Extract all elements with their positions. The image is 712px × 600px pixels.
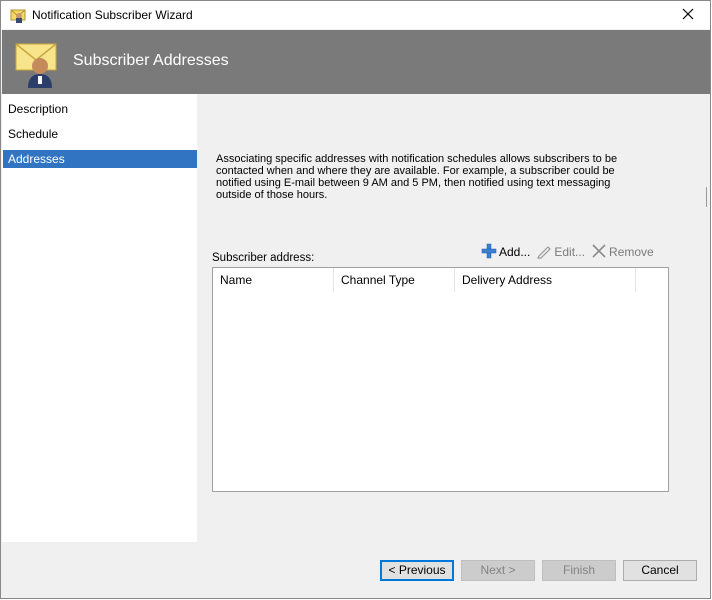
description-text: Associating specific addresses with noti… bbox=[216, 153, 618, 201]
close-icon bbox=[682, 8, 694, 23]
remove-label: Remove bbox=[609, 245, 654, 259]
cancel-button[interactable]: Cancel bbox=[623, 560, 697, 581]
x-icon bbox=[591, 243, 609, 262]
add-button[interactable]: Add... bbox=[481, 243, 530, 262]
column-header-name[interactable]: Name bbox=[213, 268, 334, 292]
wizard-header: Subscriber Addresses bbox=[2, 30, 710, 94]
address-toolbar: Add... Edit... Remove bbox=[481, 242, 660, 262]
window-title: Notification Subscriber Wizard bbox=[32, 8, 193, 22]
column-header-delivery-address[interactable]: Delivery Address bbox=[455, 268, 636, 292]
wizard-window: Notification Subscriber Wizard Subscribe… bbox=[0, 0, 711, 599]
wizard-footer: < Previous Next > Finish Cancel bbox=[2, 542, 710, 598]
resize-handle[interactable] bbox=[706, 187, 710, 207]
page-title: Subscriber Addresses bbox=[73, 52, 229, 69]
wizard-sidebar: Description Schedule Addresses bbox=[2, 94, 197, 542]
edit-button[interactable]: Edit... bbox=[536, 243, 585, 262]
remove-button[interactable]: Remove bbox=[591, 243, 654, 262]
close-button[interactable] bbox=[666, 1, 710, 29]
wizard-content: Associating specific addresses with noti… bbox=[197, 94, 710, 542]
add-icon bbox=[481, 243, 499, 262]
add-label: Add... bbox=[499, 245, 531, 259]
pencil-icon bbox=[536, 243, 554, 262]
subscriber-wizard-icon bbox=[10, 7, 28, 23]
list-header: Name Channel Type Delivery Address bbox=[213, 268, 668, 294]
envelope-user-icon bbox=[14, 40, 62, 88]
column-header-channel-type[interactable]: Channel Type bbox=[334, 268, 455, 292]
sidebar-item-addresses[interactable]: Addresses bbox=[3, 150, 197, 168]
subscriber-address-label: Subscriber address: bbox=[212, 252, 315, 264]
sidebar-item-description[interactable]: Description bbox=[3, 100, 197, 118]
title-bar: Notification Subscriber Wizard bbox=[1, 1, 710, 29]
sidebar-item-schedule[interactable]: Schedule bbox=[3, 125, 197, 143]
edit-label: Edit... bbox=[554, 245, 586, 259]
previous-button[interactable]: < Previous bbox=[380, 560, 454, 581]
subscriber-address-list[interactable]: Name Channel Type Delivery Address bbox=[212, 267, 669, 492]
finish-button[interactable]: Finish bbox=[542, 560, 616, 581]
next-button[interactable]: Next > bbox=[461, 560, 535, 581]
